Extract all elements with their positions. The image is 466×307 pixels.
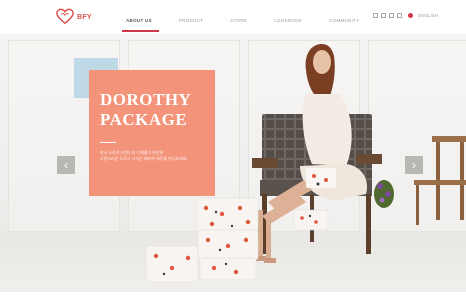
- join-icon[interactable]: [381, 13, 387, 18]
- hero-banner: DOROTHY PACKAGE 한국 오로라 브랜드의 다채롭고 편안한 사랑스…: [0, 34, 466, 292]
- main-nav: ABOUT US PRODUCT STORE LOOKBOOK COMMUNIT…: [126, 14, 387, 26]
- dorothy-bag-set: [145, 197, 329, 283]
- brand-logo[interactable]: BFY: [56, 8, 92, 26]
- carousel-next-button[interactable]: ›: [405, 156, 423, 174]
- brand-name: BFY: [77, 13, 92, 21]
- chevron-right-icon: ›: [412, 158, 416, 172]
- login-icon[interactable]: [373, 13, 379, 18]
- chevron-left-icon: ‹: [64, 158, 68, 172]
- nav-item-product[interactable]: PRODUCT: [179, 18, 203, 23]
- language-selector[interactable]: ENGLISH: [418, 13, 438, 18]
- heart-logo-icon: [56, 8, 74, 25]
- nav-item-community[interactable]: COMMUNITY: [329, 18, 359, 23]
- promo-title: DOROTHY PACKAGE: [100, 90, 210, 130]
- promo-title-line1: DOROTHY: [100, 90, 192, 109]
- promo-title-line2: PACKAGE: [100, 110, 188, 129]
- page-footer-strip: [0, 292, 466, 307]
- promo-description: 한국 오로라 브랜드의 다채롭고 편안한 사랑스러운 도로시 디자인 패키지 세…: [100, 150, 208, 162]
- wooden-chair: [414, 136, 466, 225]
- promo-divider: [100, 142, 116, 143]
- utility-links: ENGLISH: [373, 13, 438, 18]
- language-flag-icon[interactable]: [408, 13, 414, 18]
- carousel-prev-button[interactable]: ‹: [57, 156, 75, 174]
- promo-box: DOROTHY PACKAGE 한국 오로라 브랜드의 다채롭고 편안한 사랑스…: [89, 70, 215, 196]
- active-nav-indicator: [122, 30, 159, 32]
- nav-item-store[interactable]: STORE: [230, 18, 247, 23]
- mypage-icon[interactable]: [397, 13, 403, 18]
- nav-item-about-us[interactable]: ABOUT US: [126, 18, 152, 23]
- site-header: BFY ABOUT US PRODUCT STORE LOOKBOOK COMM…: [0, 0, 466, 34]
- cart-icon[interactable]: [389, 13, 395, 18]
- plant: [374, 180, 394, 208]
- promo-desc-line2: 사랑스러운 도로시 디자인 패키지 세트를 만나보세요: [100, 156, 187, 161]
- nav-item-lookbook[interactable]: LOOKBOOK: [274, 18, 302, 23]
